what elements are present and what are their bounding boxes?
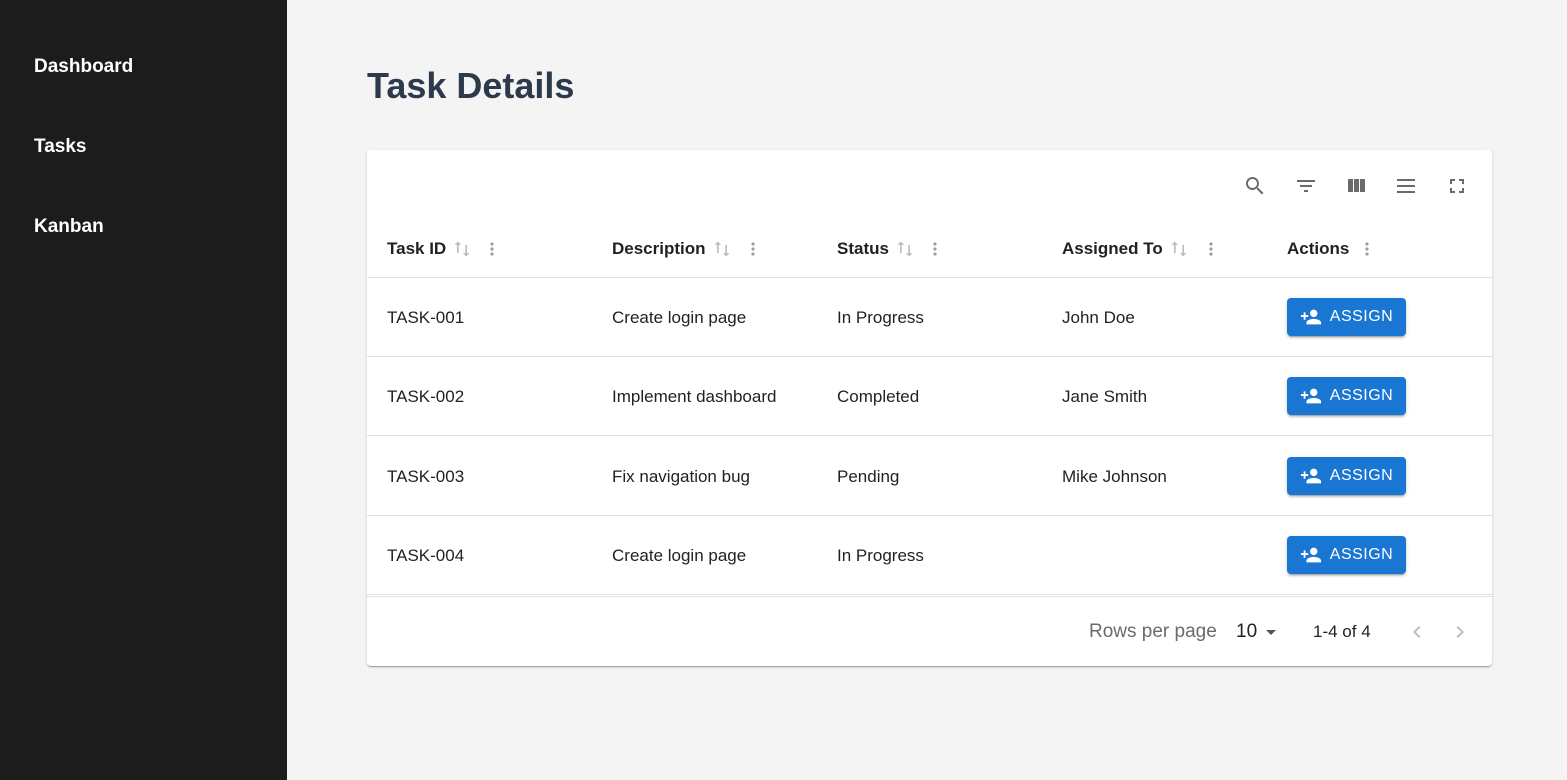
cell-task-id: TASK-004 [387, 545, 465, 565]
cell-assigned-to: John Doe [1062, 307, 1135, 327]
column-header-assigned-to[interactable]: Assigned To [1062, 220, 1213, 278]
column-menu-icon[interactable] [482, 239, 502, 259]
cell-description: Implement dashboard [612, 386, 777, 406]
column-header-label: Description [612, 239, 706, 258]
cell-task-id: TASK-002 [387, 386, 465, 406]
column-header-label: Assigned To [1062, 239, 1163, 258]
rows-per-page-label: Rows per page [1089, 621, 1217, 642]
search-icon[interactable] [1241, 172, 1269, 200]
sort-icon[interactable] [1169, 239, 1189, 259]
person-add-icon [1300, 388, 1321, 404]
assign-button-label: ASSIGN [1329, 308, 1394, 325]
chevron-down-icon [1266, 630, 1277, 635]
columns-icon[interactable] [1342, 172, 1370, 200]
sidebar-item-dashboard[interactable]: Dashboard [34, 55, 133, 79]
cell-description: Create login page [612, 545, 747, 565]
column-menu-icon[interactable] [1201, 239, 1221, 259]
cell-assigned-to: Mike Johnson [1062, 466, 1167, 486]
column-header-label: Task ID [387, 239, 447, 258]
cell-status: In Progress [837, 307, 924, 327]
pagination-range: 1-4 of 4 [1313, 622, 1371, 641]
cell-description: Create login page [612, 307, 747, 327]
assign-button[interactable]: ASSIGN [1287, 457, 1406, 495]
cell-status: Completed [837, 386, 920, 406]
column-header-status[interactable]: Status [837, 220, 937, 278]
person-add-icon [1300, 547, 1321, 563]
assign-button-label: ASSIGN [1329, 546, 1394, 563]
column-header-label: Actions [1287, 239, 1350, 258]
page-title: Task Details [367, 65, 575, 106]
assign-button[interactable]: ASSIGN [1287, 536, 1406, 574]
column-header-description[interactable]: Description [612, 220, 755, 278]
sort-icon[interactable] [452, 239, 472, 259]
table-row[interactable]: TASK-003 Fix navigation bug Pending Mike… [367, 437, 1492, 516]
column-header-label: Status [837, 239, 889, 258]
previous-page-button[interactable] [1405, 597, 1429, 667]
table-header: Task ID Description Status Assigned To A [367, 220, 1492, 278]
cell-task-id: TASK-003 [387, 466, 465, 486]
person-add-icon [1300, 468, 1321, 484]
assign-button-label: ASSIGN [1329, 387, 1394, 404]
chevron-left-icon [1413, 626, 1421, 638]
cell-task-id: TASK-001 [387, 307, 465, 327]
person-add-icon [1300, 309, 1321, 325]
sort-icon[interactable] [712, 239, 732, 259]
chevron-right-icon [1456, 626, 1464, 638]
fullscreen-icon[interactable] [1443, 172, 1471, 200]
cell-assigned-to: Jane Smith [1062, 386, 1148, 406]
column-menu-icon[interactable] [743, 239, 763, 259]
cell-description: Fix navigation bug [612, 466, 750, 486]
table-row[interactable]: TASK-004 Create login page In Progress A… [367, 516, 1492, 595]
table-pagination: Rows per page 10 1-4 of 4 [367, 596, 1492, 666]
column-menu-icon[interactable] [925, 239, 945, 259]
column-header-actions[interactable]: Actions [1287, 220, 1369, 278]
task-table-card: Task ID Description Status Assigned To A [367, 150, 1492, 666]
sort-icon[interactable] [895, 239, 915, 259]
cell-status: In Progress [837, 545, 924, 565]
next-page-button[interactable] [1448, 597, 1472, 667]
table-row[interactable]: TASK-001 Create login page In Progress J… [367, 278, 1492, 357]
assign-button[interactable]: ASSIGN [1287, 377, 1406, 415]
column-header-task-id[interactable]: Task ID [387, 220, 494, 278]
rows-per-page-select[interactable]: 10 [1236, 597, 1283, 667]
main-content: Task Details Task ID Description Status … [287, 0, 1567, 780]
table-row[interactable]: TASK-002 Implement dashboard Completed J… [367, 357, 1492, 436]
sidebar: Dashboard Tasks Kanban [0, 0, 287, 780]
sidebar-item-kanban[interactable]: Kanban [34, 215, 104, 239]
cell-status: Pending [837, 466, 900, 486]
assign-button-label: ASSIGN [1329, 467, 1394, 484]
rows-per-page-value: 10 [1236, 621, 1258, 642]
sidebar-item-tasks[interactable]: Tasks [34, 135, 86, 159]
filter-icon[interactable] [1292, 172, 1320, 200]
column-menu-icon[interactable] [1357, 239, 1377, 259]
density-icon[interactable] [1392, 172, 1420, 200]
assign-button[interactable]: ASSIGN [1287, 298, 1406, 336]
